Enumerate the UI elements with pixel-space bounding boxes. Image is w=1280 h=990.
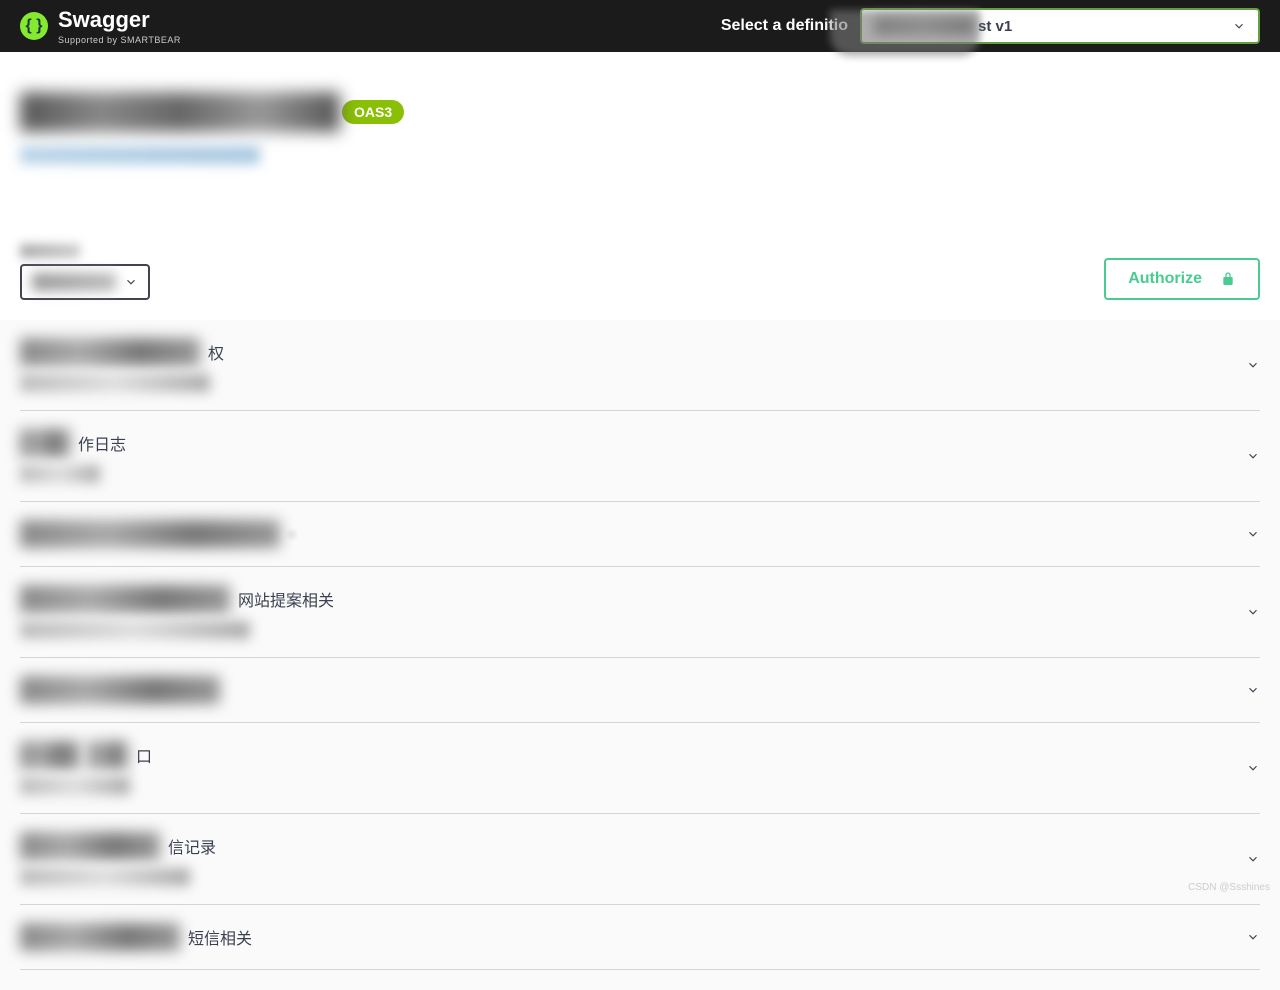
- redacted-tag-name: [20, 520, 280, 548]
- definition-select-value: st v1: [978, 18, 1012, 35]
- watermark: CSDN @Ssshines: [1188, 882, 1270, 893]
- redacted-tag-sub: [20, 868, 190, 886]
- tag-description: 作日志: [78, 431, 126, 455]
- swagger-logo-subtext: Supported by SMARTBEAR: [58, 35, 181, 45]
- redacted-tag-name: [20, 676, 220, 704]
- chevron-down-icon: [1246, 449, 1260, 463]
- redacted-tag-name: [20, 338, 200, 366]
- redacted-tag-name: [20, 923, 180, 951]
- chevron-down-icon: [1246, 852, 1260, 866]
- tag-description: 短信相关: [188, 925, 252, 949]
- tag-description: 权: [208, 340, 224, 364]
- redacted-tag-name: [20, 832, 160, 860]
- swagger-logo: { } Swagger Supported by SMARTBEAR: [20, 7, 181, 45]
- chevron-down-icon: [1246, 605, 1260, 619]
- lock-icon: [1220, 271, 1236, 287]
- authorize-label: Authorize: [1128, 270, 1202, 288]
- tag-row[interactable]: 短信相关: [20, 905, 1260, 970]
- tag-row[interactable]: [20, 658, 1260, 723]
- redacted-api-title: [20, 92, 340, 132]
- topbar: { } Swagger Supported by SMARTBEAR Selec…: [0, 0, 1280, 52]
- authorize-button[interactable]: Authorize: [1104, 258, 1260, 300]
- redacted-tag-sub: [20, 465, 100, 483]
- tag-row[interactable]: 口: [20, 723, 1260, 814]
- chevron-down-icon: [1246, 358, 1260, 372]
- redacted-api-link: [20, 146, 260, 164]
- redacted-text: [32, 273, 116, 291]
- redacted-tag-name: [20, 741, 80, 769]
- redacted-scheme-label: [20, 244, 80, 258]
- scheme-select[interactable]: [20, 264, 150, 300]
- chevron-down-icon: [1246, 761, 1260, 775]
- redacted-tag-sub: [20, 374, 210, 392]
- tag-row[interactable]: 网站提案相关: [20, 567, 1260, 658]
- chevron-down-icon: [1246, 527, 1260, 541]
- chevron-down-icon: [1232, 19, 1246, 33]
- definition-selector-group: Select a definitio st v1: [721, 8, 1260, 44]
- oas-badge: OAS3: [342, 100, 404, 124]
- tag-row[interactable]: 信记录: [20, 814, 1260, 905]
- redacted-tag-sub: [20, 621, 250, 639]
- redacted-overlay: [830, 10, 980, 56]
- api-tags-list: 权作日志 ◇ 网站提案相关口信记录短信相关: [0, 320, 1280, 990]
- chevron-down-icon: [1246, 683, 1260, 697]
- scheme-section: Authorize: [0, 224, 1280, 320]
- swagger-logo-text: Swagger: [58, 7, 181, 33]
- chevron-down-icon: [124, 275, 138, 289]
- tag-description: 口: [136, 743, 152, 767]
- tag-row[interactable]: 权: [20, 320, 1260, 411]
- redacted-tag-name: [88, 741, 128, 769]
- tag-description: 网站提案相关: [238, 587, 334, 611]
- redacted-tag-sub: [20, 777, 130, 795]
- redacted-tag-name: [20, 429, 70, 457]
- api-info-section: OAS3: [0, 52, 1280, 224]
- redacted-tag-name: [20, 585, 230, 613]
- tag-description: 信记录: [168, 834, 216, 858]
- chevron-down-icon: [1246, 930, 1260, 944]
- definition-label: Select a definitio: [721, 17, 848, 35]
- tag-row[interactable]: 作日志: [20, 411, 1260, 502]
- swagger-logo-icon: { }: [20, 12, 48, 40]
- tag-row[interactable]: ◇: [20, 502, 1260, 567]
